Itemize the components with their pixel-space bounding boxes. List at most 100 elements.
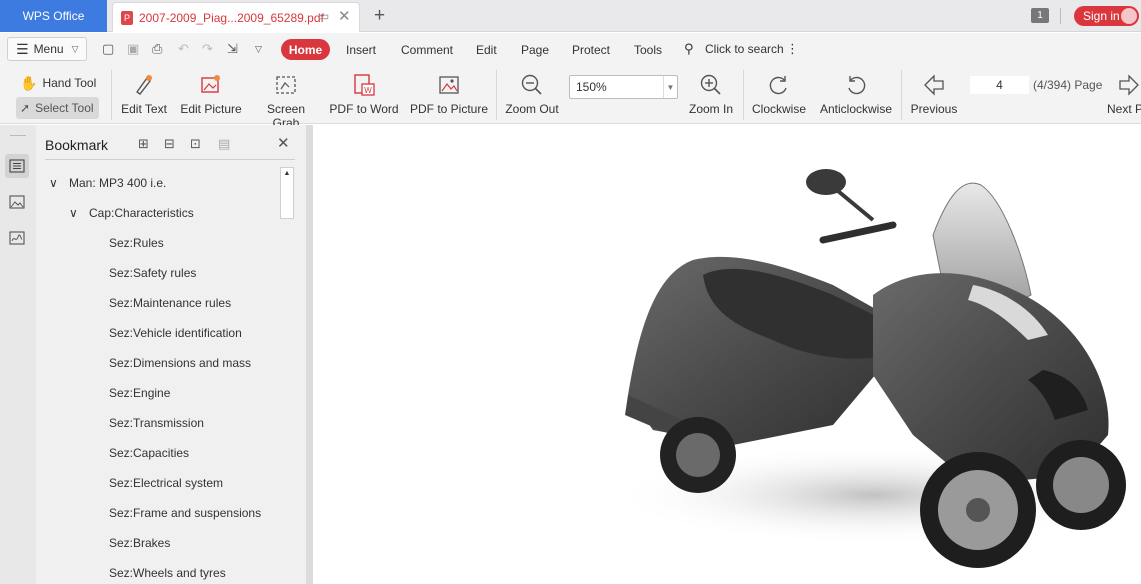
- signature-panel-button[interactable]: [5, 226, 29, 250]
- tab-edit[interactable]: Edit: [476, 43, 497, 57]
- add-bookmark-icon[interactable]: ⊞: [138, 136, 149, 152]
- edit-text-button[interactable]: Edit Text: [118, 68, 170, 116]
- rotate-anticlockwise-button[interactable]: Anticlockwise: [816, 68, 896, 116]
- avatar-icon: [1121, 8, 1137, 24]
- bookmark-item[interactable]: Sez:Transmission: [109, 416, 204, 430]
- edit-picture-button[interactable]: Edit Picture: [178, 68, 244, 116]
- pdf-to-word-button[interactable]: W PDF to Word: [328, 68, 400, 116]
- select-tool-label: Select Tool: [35, 101, 94, 115]
- previous-page-button[interactable]: Previous: [908, 68, 960, 116]
- next-arrow-icon: [1119, 74, 1139, 96]
- edit-picture-icon: [201, 75, 220, 93]
- panel-title-underline: [45, 159, 295, 160]
- hand-tool-button[interactable]: ✋ Hand Tool: [16, 72, 102, 94]
- cursor-icon: ➚: [20, 101, 31, 115]
- scroll-up-icon[interactable]: ▲: [281, 168, 293, 180]
- close-tab-icon[interactable]: ✕: [338, 7, 351, 25]
- monitor-icon[interactable]: ▭: [318, 9, 329, 23]
- bookmark-item[interactable]: Sez:Brakes: [109, 536, 170, 550]
- anticlockwise-label: Anticlockwise: [819, 102, 893, 116]
- title-bar: WPS Office P 2007-2009_Piag...2009_65289…: [0, 0, 1141, 32]
- close-panel-icon[interactable]: ✕: [277, 134, 290, 152]
- pdf-to-word-icon: W: [354, 74, 375, 96]
- pdf-to-picture-label: PDF to Picture: [409, 102, 489, 116]
- zoom-out-icon: [521, 74, 542, 95]
- titlebar-divider: [1060, 8, 1061, 24]
- select-tool-button[interactable]: ➚ Select Tool: [16, 97, 99, 119]
- chevron-down-icon: ▽: [71, 43, 79, 54]
- tab-comment[interactable]: Comment: [401, 43, 453, 57]
- bookmark-item[interactable]: Sez:Capacities: [109, 446, 189, 460]
- menu-button[interactable]: ☰ Menu ▽: [7, 37, 87, 61]
- tab-protect[interactable]: Protect: [572, 43, 610, 57]
- expand-bookmark-icon[interactable]: ⊟: [164, 136, 175, 152]
- collapse-chevron-icon[interactable]: ∨: [69, 206, 78, 220]
- thumbnail-panel-button[interactable]: [5, 190, 29, 214]
- quick-access-dropdown-icon[interactable]: ▽: [255, 44, 262, 55]
- sign-in-label: Sign in: [1083, 9, 1120, 23]
- tab-insert[interactable]: Insert: [346, 43, 376, 57]
- bookmark-panel: Bookmark ⊞ ⊟ ⊡ ▤ ✕ ▲ ∨ Man: MP3 400 i.e.…: [36, 125, 306, 584]
- search-field[interactable]: Click to search: [705, 42, 784, 56]
- zoom-level-select[interactable]: 150% ▼: [569, 75, 678, 99]
- page-number-input[interactable]: 4: [970, 76, 1029, 94]
- wps-office-tab[interactable]: WPS Office: [0, 0, 107, 32]
- rotate-clockwise-icon: [769, 76, 787, 95]
- bookmark-panel-button[interactable]: [5, 154, 29, 178]
- rotate-clockwise-button[interactable]: Clockwise: [750, 68, 808, 116]
- previous-arrow-icon: [924, 74, 944, 96]
- bookmark-item[interactable]: Sez:Maintenance rules: [109, 296, 231, 310]
- panel-resize-edge[interactable]: [306, 125, 313, 584]
- toolbar-divider: [743, 70, 744, 120]
- screen-grab-button[interactable]: Screen Grab: [252, 68, 320, 130]
- zoom-in-button[interactable]: Zoom In: [685, 68, 737, 116]
- menu-label: Menu: [33, 42, 64, 56]
- document-page-view[interactable]: [313, 125, 1141, 584]
- bookmark-item[interactable]: Sez:Engine: [109, 386, 170, 400]
- bookmark-item[interactable]: Sez:Frame and suspensions: [109, 506, 261, 520]
- new-tab-plus-icon[interactable]: +: [374, 5, 385, 27]
- bookmark-item[interactable]: Sez:Electrical system: [109, 476, 223, 490]
- list-icon: [9, 159, 25, 173]
- pdf-to-word-label: PDF to Word: [329, 102, 399, 116]
- bookmark-item[interactable]: Sez:Dimensions and mass: [109, 356, 251, 370]
- bookmark-item[interactable]: Sez:Safety rules: [109, 266, 196, 280]
- search-icon[interactable]: ⚲: [684, 41, 694, 57]
- bookmark-delete-icon[interactable]: ▤: [218, 136, 230, 152]
- next-page-button[interactable]: Next Page: [1105, 68, 1141, 116]
- print-icon[interactable]: ⎙: [152, 41, 162, 57]
- open-folder-icon[interactable]: ▢: [102, 41, 114, 57]
- previous-label: Previous: [910, 102, 958, 116]
- bookmark-item[interactable]: Man: MP3 400 i.e.: [69, 176, 166, 190]
- edit-text-icon: [136, 75, 152, 95]
- toolbar-divider: [496, 70, 497, 120]
- hamburger-icon: ☰: [16, 40, 29, 57]
- side-icon-strip: [0, 125, 36, 584]
- bookmark-item[interactable]: Sez:Vehicle identification: [109, 326, 242, 340]
- window-count-badge[interactable]: 1: [1031, 8, 1049, 23]
- more-options-icon[interactable]: ⋮: [786, 41, 799, 57]
- tab-home[interactable]: Home: [281, 39, 330, 60]
- bookmark-item[interactable]: Sez:Rules: [109, 236, 164, 250]
- zoom-dropdown-icon[interactable]: ▼: [663, 76, 677, 98]
- pdf-to-picture-button[interactable]: PDF to Picture: [409, 68, 489, 116]
- page-count-label: (4/394) Page: [1033, 78, 1103, 92]
- undo-icon[interactable]: ↶: [178, 41, 189, 57]
- collapse-chevron-icon[interactable]: ∨: [49, 176, 58, 190]
- image-icon: [9, 195, 25, 209]
- redo-icon[interactable]: ↷: [202, 41, 213, 57]
- bookmark-item[interactable]: Cap:Characteristics: [89, 206, 194, 220]
- tab-tools[interactable]: Tools: [634, 43, 662, 57]
- bookmark-item[interactable]: Sez:Wheels and tyres: [109, 566, 226, 580]
- tab-page[interactable]: Page: [521, 43, 549, 57]
- document-tab-title: 2007-2009_Piag...2009_65289.pdf: [139, 10, 324, 25]
- export-icon[interactable]: ⇲: [227, 41, 238, 57]
- toolbar-divider: [111, 70, 112, 120]
- bookmark-scrollbar[interactable]: ▲: [280, 167, 294, 219]
- zoom-out-button[interactable]: Zoom Out: [503, 68, 561, 116]
- save-icon[interactable]: ▣: [127, 41, 139, 57]
- zoom-in-label: Zoom In: [688, 102, 733, 116]
- sign-in-button[interactable]: Sign in: [1074, 6, 1139, 26]
- bookmark-add-page-icon[interactable]: ⊡: [190, 136, 201, 152]
- svg-text:W: W: [364, 86, 372, 95]
